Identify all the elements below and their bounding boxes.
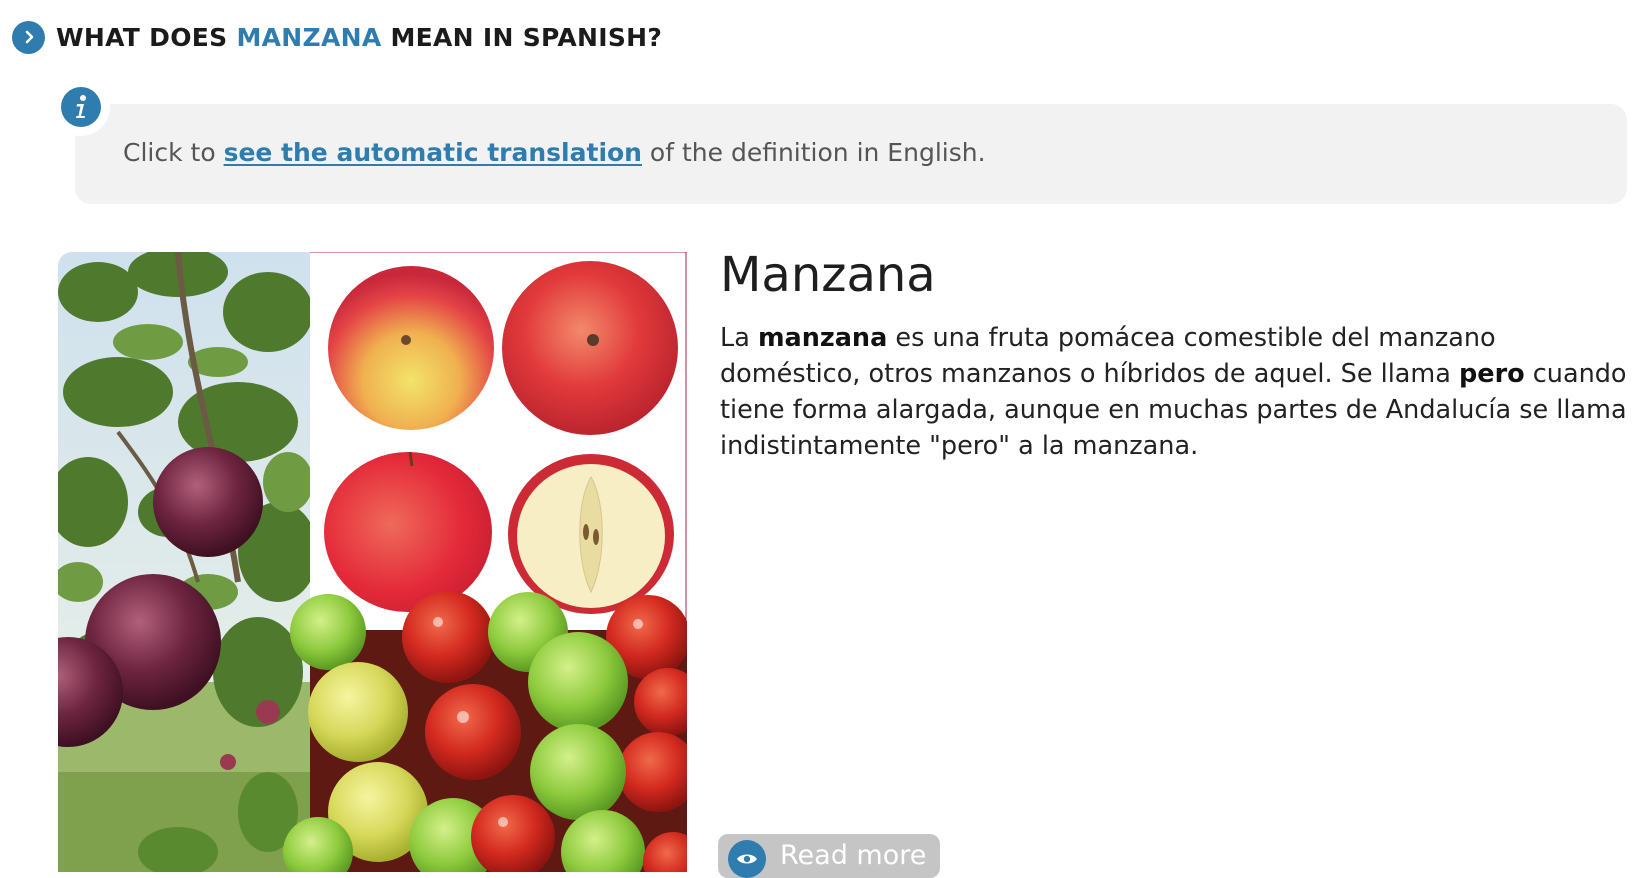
entry-definition: La manzana es una fruta pomácea comestib… — [720, 320, 1630, 464]
automatic-translation-link[interactable]: see the automatic translation — [224, 138, 642, 167]
entry-title: Manzana — [720, 247, 936, 303]
section-heading: WHAT DOES MANZANA MEAN IN SPANISH? — [56, 23, 662, 52]
manzana-image-collage — [58, 252, 687, 872]
heading-suffix: MEAN IN SPANISH? — [381, 22, 663, 52]
chevron-right-icon[interactable] — [12, 20, 45, 54]
eye-icon — [728, 840, 766, 878]
definition-bold-term: manzana — [757, 323, 888, 353]
info-suffix: of the definition in English. — [641, 138, 986, 167]
heading-keyword: MANZANA — [236, 22, 382, 52]
read-more-button[interactable]: Read more — [718, 834, 940, 878]
info-icon-wrapper — [52, 78, 110, 136]
info-prefix: Click to — [123, 138, 224, 167]
heading-prefix: WHAT DOES — [56, 22, 237, 52]
translation-info-text: Click to see the automatic translation o… — [123, 138, 986, 167]
definition-text: La — [720, 323, 758, 353]
section-heading-row: WHAT DOES MANZANA MEAN IN SPANISH? — [12, 20, 662, 54]
translation-info-box: Click to see the automatic translation o… — [75, 104, 1627, 204]
apple-collage-illustration — [58, 252, 687, 872]
info-icon — [61, 87, 101, 127]
definition-bold-term: pero — [1459, 359, 1525, 389]
read-more-label: Read more — [780, 840, 927, 871]
